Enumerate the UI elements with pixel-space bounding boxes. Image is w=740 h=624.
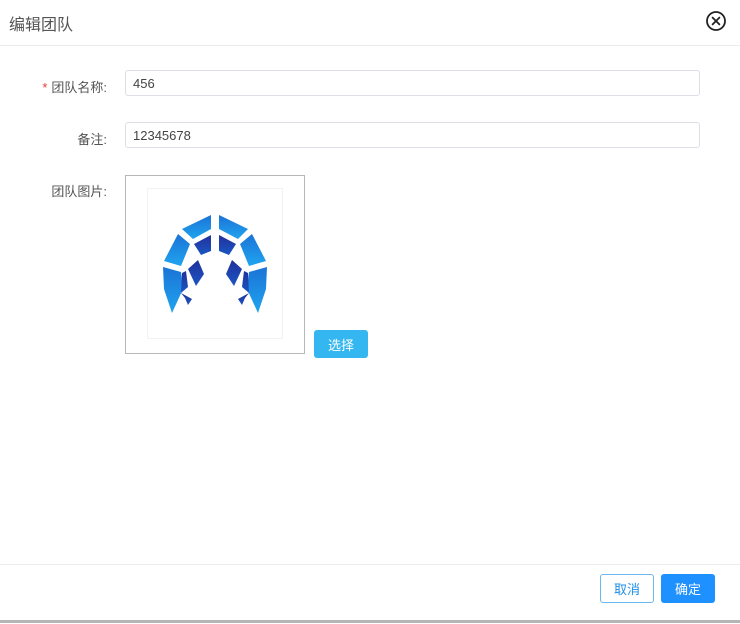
- team-image-preview: [125, 175, 305, 354]
- confirm-button[interactable]: 确定: [661, 574, 715, 603]
- close-circle-icon: [706, 11, 726, 31]
- team-name-input[interactable]: [125, 70, 700, 96]
- cancel-button[interactable]: 取消: [600, 574, 654, 603]
- team-logo-icon: [163, 215, 267, 313]
- dialog-header: 编辑团队: [0, 0, 740, 46]
- image-frame: [147, 188, 283, 339]
- select-image-button[interactable]: 选择: [314, 330, 368, 358]
- required-mark: *: [42, 80, 48, 95]
- edit-team-dialog: 编辑团队 *团队名称: 备注: 团队图片:: [0, 0, 740, 623]
- team-name-label: * 团队名称:: [42, 77, 107, 96]
- remark-label: 备注:: [77, 132, 107, 147]
- team-name-label-text: 团队名称:: [51, 80, 107, 95]
- remark-input[interactable]: [125, 122, 700, 148]
- team-image-label: 团队图片:: [51, 184, 107, 199]
- close-button[interactable]: [705, 10, 727, 32]
- dialog-title: 编辑团队: [9, 17, 74, 34]
